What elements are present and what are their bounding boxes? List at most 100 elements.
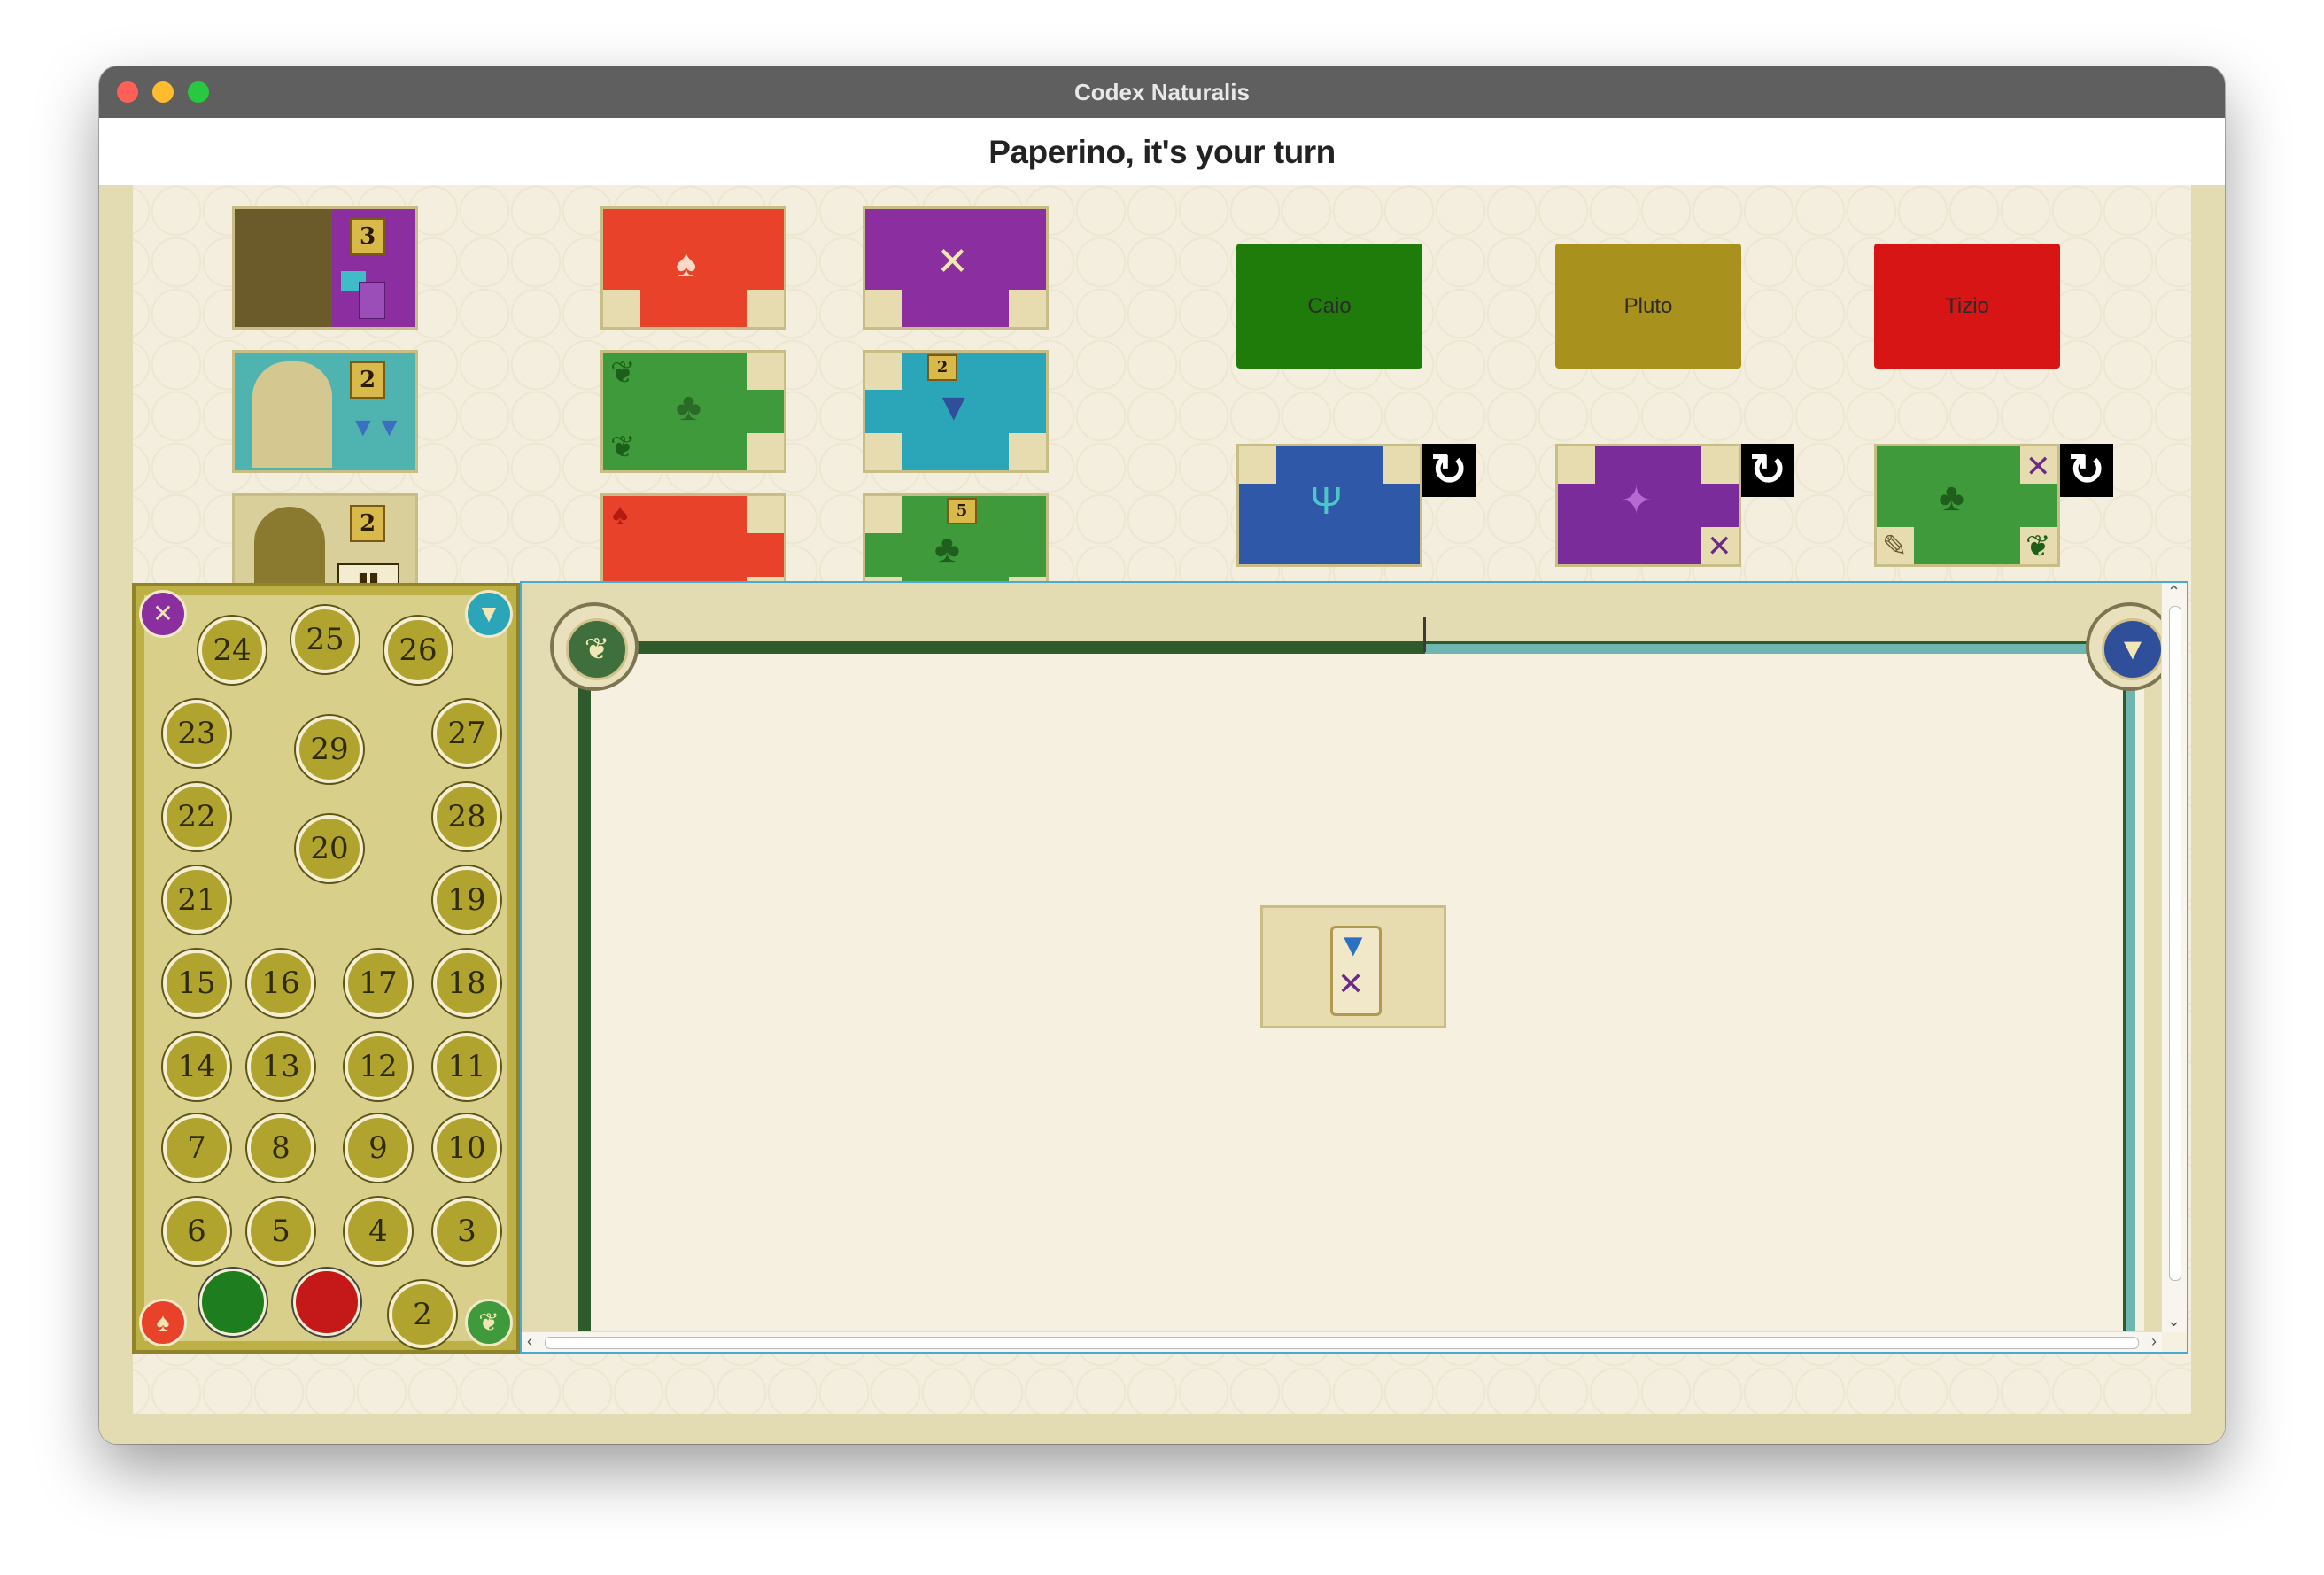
score-space: 11 xyxy=(433,1033,500,1100)
score-space: 16 xyxy=(247,950,314,1017)
resource-card-1[interactable]: ♠ xyxy=(600,206,786,330)
score-space: 13 xyxy=(247,1033,314,1100)
player-button-pluto[interactable]: Pluto xyxy=(1555,244,1741,369)
leaf-icon: ❦ xyxy=(610,431,636,464)
progress-bar-animal xyxy=(1425,641,2130,654)
score-space: 2 xyxy=(389,1281,456,1348)
wolf-icon: ▼ xyxy=(1337,927,1369,963)
wolf-icon: ▼ xyxy=(934,385,973,429)
score-space: 8 xyxy=(247,1114,314,1182)
gold-card-2[interactable]: 2 ▼ xyxy=(863,350,1049,473)
butterfly-icon: ✕ xyxy=(1337,966,1365,1002)
stag-icon: Ψ xyxy=(1310,479,1343,523)
board-border-right xyxy=(2144,583,2162,1352)
player-card-pluto[interactable]: ✕ ✦ xyxy=(1555,444,1741,567)
points-badge: 2 xyxy=(927,354,957,381)
score-space: 28 xyxy=(433,783,500,850)
score-space: 29 xyxy=(296,716,363,783)
mushroom-icon: ♠ xyxy=(676,242,697,285)
points-badge: 5 xyxy=(947,498,977,524)
horizontal-scroll-thumb[interactable] xyxy=(545,1337,2139,1349)
score-space: 21 xyxy=(163,866,230,934)
board-border-top xyxy=(522,583,2187,648)
score-space: 14 xyxy=(163,1033,230,1100)
resource-card-2[interactable]: ❦ ❦ ♣ xyxy=(600,350,786,473)
score-space: 18 xyxy=(433,950,500,1017)
window-title: Codex Naturalis xyxy=(1074,79,1250,105)
progress-bar-plant xyxy=(584,641,1425,654)
player-pawn-red xyxy=(293,1269,360,1336)
table-border-right xyxy=(2191,185,2225,1444)
score-space: 23 xyxy=(163,700,230,767)
flip-card-tizio-button[interactable]: ↻ xyxy=(2060,444,2113,497)
score-space: 17 xyxy=(345,950,412,1017)
title-bar: Codex Naturalis xyxy=(99,66,2225,118)
scroll-down-arrow-icon[interactable]: ⌄ xyxy=(2167,1312,2181,1331)
tree-icon: ♣ xyxy=(1939,476,1964,519)
mushroom-icon: ♠ xyxy=(139,1299,187,1346)
score-space: 12 xyxy=(345,1033,412,1100)
player-pawn-green xyxy=(199,1269,267,1336)
butterfly-icon: ✕ xyxy=(936,240,969,283)
board-frame-left xyxy=(578,654,591,1352)
board-border-left xyxy=(522,583,585,1352)
ram-figure-art xyxy=(252,361,332,468)
player-board[interactable]: ❦ ▼ ▼ ✕ ⌃ ⌄ ‹ › xyxy=(520,581,2188,1354)
table-border-bottom xyxy=(99,1414,2225,1444)
points-badge: 2 xyxy=(350,505,385,542)
plant-medal: ❦ xyxy=(550,602,639,691)
scroll-right-arrow-icon[interactable]: › xyxy=(2151,1332,2157,1351)
butterfly-icon: ✕ xyxy=(139,590,187,638)
player-card-tizio[interactable]: ✕ ✎ ❦ ♣ xyxy=(1874,444,2060,567)
leaf-icon: ❦ xyxy=(465,1299,513,1346)
objective-card-1[interactable]: 3 xyxy=(232,206,418,330)
player-card-caio[interactable]: Ψ xyxy=(1236,444,1422,567)
turn-message: Paperino, it's your turn xyxy=(988,134,1336,170)
progress-marker xyxy=(1423,617,1426,652)
objective-art xyxy=(235,209,332,327)
horizontal-scrollbar[interactable]: ‹ › xyxy=(522,1331,2162,1352)
wolf-icon: ▼ xyxy=(465,590,513,638)
score-space: 5 xyxy=(247,1198,314,1265)
scroll-left-arrow-icon[interactable]: ‹ xyxy=(527,1332,532,1351)
objective-pattern-icon-2 xyxy=(359,282,385,319)
objective-card-2[interactable]: 2 ▼▼ xyxy=(232,350,418,473)
score-space: 26 xyxy=(384,617,452,684)
butterfly-icon: ✕ xyxy=(1707,530,1732,563)
board-frame-right xyxy=(2123,654,2135,1352)
score-space: 24 xyxy=(198,617,266,684)
vertical-scroll-thumb[interactable] xyxy=(2169,606,2181,1281)
score-space: 19 xyxy=(433,866,500,934)
table-border-left xyxy=(99,185,133,1444)
butterfly-icon: ✕ xyxy=(2026,450,2051,484)
turn-header: Paperino, it's your turn xyxy=(99,118,2225,185)
player-button-tizio[interactable]: Tizio xyxy=(1874,244,2060,369)
score-space: 27 xyxy=(433,700,500,767)
flip-card-caio-button[interactable]: ↻ xyxy=(1422,444,1476,497)
score-space: 6 xyxy=(163,1198,230,1265)
score-space: 20 xyxy=(296,815,363,882)
score-track: ✕ ▼ ♠ ❦ 24 25 26 23 29 27 22 28 20 21 19 15 16 17 18 14… xyxy=(132,583,520,1354)
score-space: 15 xyxy=(163,950,230,1017)
leaf-icon: ❦ xyxy=(610,356,636,390)
quill-icon: ✎ xyxy=(1882,530,1908,563)
leaf-icon: ❦ xyxy=(566,618,628,680)
scroll-up-arrow-icon[interactable]: ⌃ xyxy=(2167,583,2181,601)
flip-card-pluto-button[interactable]: ↻ xyxy=(1741,444,1794,497)
starter-card[interactable]: ▼ ✕ xyxy=(1260,905,1446,1028)
score-space: 9 xyxy=(345,1114,412,1182)
gold-card-1[interactable]: ✕ xyxy=(863,206,1049,330)
score-space: 22 xyxy=(163,783,230,850)
score-space: 7 xyxy=(163,1114,230,1182)
score-space: 25 xyxy=(291,606,359,673)
score-space: 4 xyxy=(345,1198,412,1265)
tree-icon: ♣ xyxy=(934,527,960,570)
points-badge: 2 xyxy=(350,361,385,399)
mushroom-icon: ♠ xyxy=(612,498,629,531)
leaf-icon: ❦ xyxy=(2026,530,2051,563)
vertical-scrollbar[interactable]: ⌃ ⌄ xyxy=(2161,583,2187,1332)
dragonfly-icon: ✦ xyxy=(1620,479,1653,523)
player-button-caio[interactable]: Caio xyxy=(1236,244,1422,369)
score-space: 3 xyxy=(433,1198,500,1265)
wolf-icon: ▼ xyxy=(2102,618,2164,680)
